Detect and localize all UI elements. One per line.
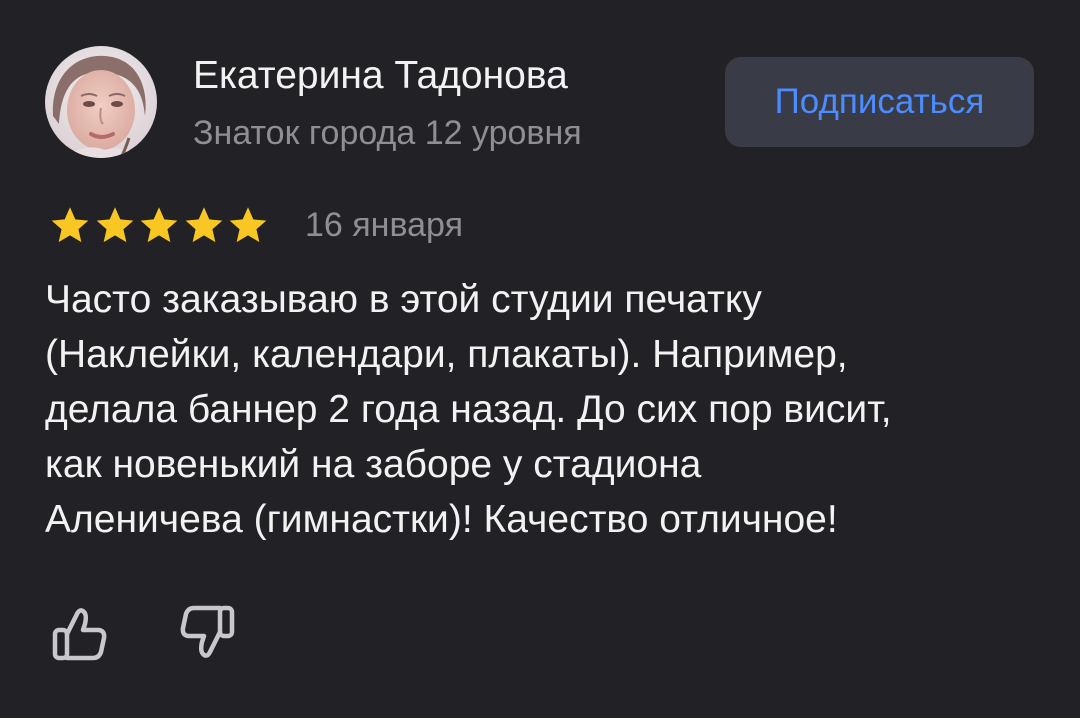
star-icon (140, 207, 178, 243)
star-icon (96, 207, 133, 243)
avatar[interactable] (45, 46, 157, 158)
review-text-line: как новенький на заборе у стадиона (45, 443, 702, 486)
review-text-line: (Наклейки, календари, плакаты). Например… (45, 333, 848, 376)
subscribe-button[interactable]: Подписаться (725, 57, 1034, 147)
star-icon (229, 207, 267, 243)
star-icon (51, 207, 89, 243)
author-name[interactable]: Екатерина Тадонова (193, 52, 568, 100)
author-level: Знаток города 12 уровня (193, 114, 582, 152)
dislike-button[interactable] (174, 600, 240, 666)
review-text-line: Аленичева (гимнастки)! Качество отличное… (45, 498, 838, 541)
review-text: Часто заказываю в этой студии печатку (Н… (45, 272, 1045, 547)
review-text-line: делала баннер 2 года назад. До сих пор в… (45, 388, 892, 431)
review-text-line: Часто заказываю в этой студии печатку (45, 278, 762, 321)
thumbs-up-icon (52, 608, 107, 661)
thumbs-down-icon (180, 605, 235, 658)
like-button[interactable] (47, 600, 113, 666)
star-rating (48, 204, 271, 248)
star-icon (185, 207, 222, 243)
user-avatar-photo (45, 46, 157, 158)
review-date: 16 января (305, 206, 463, 244)
